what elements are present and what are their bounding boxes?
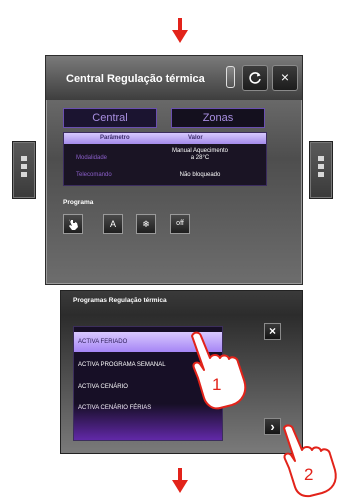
off-program-button[interactable]: off — [170, 214, 190, 234]
close-icon: × — [268, 324, 276, 338]
callout-number-2: 2 — [304, 465, 313, 484]
refresh-icon — [249, 72, 261, 84]
row-value-remote: Não bloqueado — [179, 172, 221, 178]
column-header-parameter: Parâmetro — [100, 135, 130, 141]
status-table: Parâmetro Valor Modalidade Manual Aqueci… — [63, 132, 267, 186]
snowflake-icon: ❄ — [142, 219, 150, 229]
thermal-central-panel: Central Regulação térmica × Central Zona… — [45, 55, 303, 285]
programs-next-button[interactable]: › — [264, 418, 281, 435]
row-value-mode-line2: a 28°C — [190, 155, 210, 161]
tab-central[interactable]: Central — [63, 108, 157, 128]
row-value-mode-line1: Manual Aquecimento — [171, 148, 229, 154]
programs-close-button[interactable]: × — [264, 323, 281, 340]
down-arrow-top — [172, 18, 188, 44]
manual-hand-icon — [69, 219, 78, 230]
left-side-handle[interactable] — [12, 141, 36, 199]
right-side-handle[interactable] — [309, 141, 333, 199]
row-label-mode: Modalidade — [76, 155, 108, 161]
close-icon: × — [280, 69, 290, 85]
row-label-remote: Teleco­mando — [76, 172, 112, 178]
table-header: Parâmetro Valor — [64, 133, 266, 144]
winter-program-button[interactable]: ❄ — [136, 214, 156, 234]
tab-zonas[interactable]: Zonas — [171, 108, 265, 128]
battery-icon — [226, 66, 235, 88]
auto-label: A — [109, 219, 116, 229]
refresh-button[interactable] — [242, 65, 268, 91]
down-arrow-bottom — [172, 468, 188, 494]
close-button[interactable]: × — [272, 65, 298, 91]
programs-panel-title: Programas Regulação térmica — [73, 297, 167, 304]
program-label: Programa — [63, 199, 94, 206]
panel-title: Central Regulação térmica — [66, 73, 205, 85]
chevron-right-icon: › — [270, 419, 275, 434]
thermal-programs-panel: Programas Regulação térmica ACTIVA FERIA… — [60, 290, 303, 454]
pointing-hand-icon-2: 2 — [283, 424, 337, 498]
auto-program-button[interactable]: A — [103, 214, 123, 234]
column-header-value: Valor — [188, 135, 203, 141]
pointing-hand-icon-1: 1 — [191, 331, 247, 410]
manual-program-button[interactable] — [63, 214, 83, 234]
off-label: off — [176, 220, 184, 227]
callout-number-1: 1 — [212, 375, 221, 394]
panel-titlebar: Central Regulação térmica × — [46, 56, 302, 100]
